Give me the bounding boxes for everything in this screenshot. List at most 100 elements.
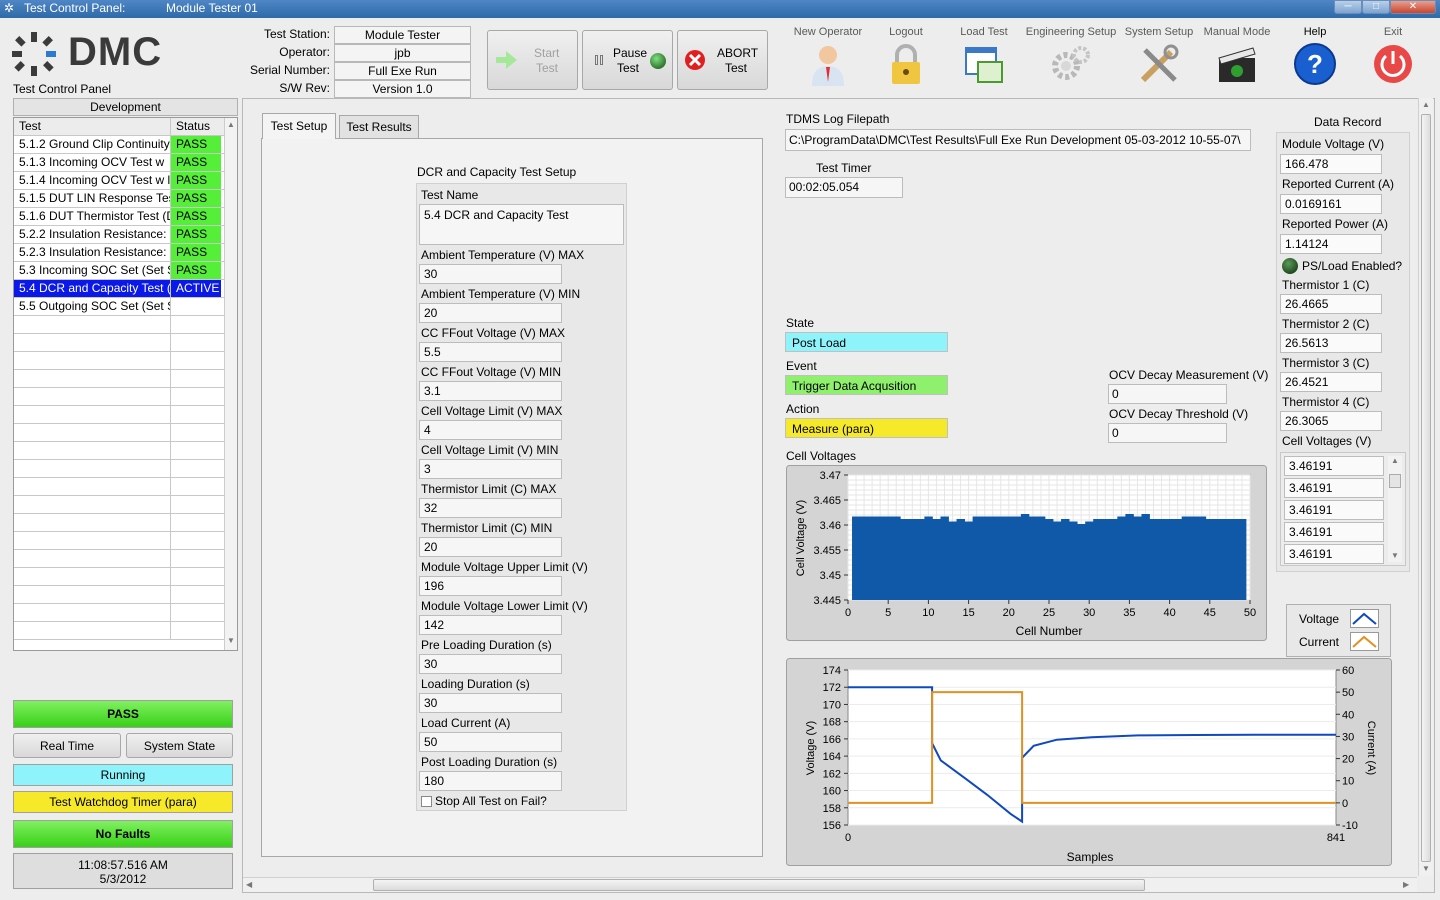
setup-field-input[interactable]: 50 <box>419 732 562 752</box>
y2-tick-label: 10 <box>1342 776 1354 788</box>
cell-voltage-bar <box>1181 516 1191 600</box>
cell-voltage-bar <box>1157 519 1166 600</box>
cell-scroll-up-icon[interactable]: ▲ <box>1391 456 1399 465</box>
thermistor-1-value: 26.4665 <box>1280 294 1382 314</box>
maximize-button[interactable]: □ <box>1362 0 1390 14</box>
stop-all-checkbox[interactable] <box>421 796 432 807</box>
scroll-down-icon[interactable]: ▼ <box>227 636 235 645</box>
load-test-button[interactable]: Load Test <box>945 26 1023 86</box>
test-list[interactable]: Test Status 5.1.2 Ground Clip Continuity… <box>13 117 238 651</box>
test-list-scrollbar[interactable]: ▲ ▼ <box>224 118 237 650</box>
y-tick-label: 3.45 <box>820 570 841 582</box>
test-status-cell: PASS <box>171 208 221 225</box>
pause-test-button[interactable]: Pause Test <box>582 30 673 90</box>
test-list-empty-row <box>14 370 224 388</box>
test-list-row[interactable]: 5.1.6 DUT Thermistor Test (D PASS <box>14 208 224 226</box>
system-state-button[interactable]: System State <box>126 733 233 758</box>
test-list-row[interactable]: 5.3 Incoming SOC Set (Set SO PASS <box>14 262 224 280</box>
setup-field-input[interactable]: 180 <box>419 771 562 791</box>
test-name-field[interactable]: 5.4 DCR and Capacity Test <box>419 204 624 245</box>
cell-voltage-bar <box>1229 519 1239 600</box>
real-time-button[interactable]: Real Time <box>13 733 121 758</box>
cell-voltage-bar <box>932 519 941 600</box>
cell-voltage-bar <box>924 516 933 600</box>
test-timer-label: Test Timer <box>816 161 872 175</box>
close-button[interactable]: ✕ <box>1390 0 1436 14</box>
hscroll-right-icon[interactable]: ▶ <box>1403 880 1409 889</box>
y2-tick-label: 50 <box>1342 687 1354 699</box>
cell-scroll-thumb[interactable] <box>1389 474 1401 488</box>
cell-voltage-bar <box>1117 516 1126 600</box>
setup-field-input[interactable]: 5.5 <box>419 342 562 362</box>
scroll-up-icon[interactable]: ▲ <box>227 120 235 129</box>
setup-field-input[interactable]: 3 <box>419 459 562 479</box>
test-list-row[interactable]: 5.1.3 Incoming OCV Test w PASS <box>14 154 224 172</box>
test-status-cell: PASS <box>171 226 221 243</box>
vscroll-up-icon[interactable]: ▲ <box>1422 100 1430 109</box>
test-list-row[interactable]: 5.1.2 Ground Clip Continuity PASS <box>14 136 224 154</box>
test-list-row[interactable]: 5.4 DCR and Capacity Test (l ACTIVE <box>14 280 224 298</box>
main-horizontal-scrollbar[interactable]: ◀ ▶ <box>243 877 1417 892</box>
cell-voltage-bar <box>996 516 1006 600</box>
test-list-empty-row <box>14 604 224 622</box>
test-list-row[interactable]: 5.1.5 DUT LIN Response Test PASS <box>14 190 224 208</box>
setup-field-input[interactable]: 20 <box>419 537 562 557</box>
test-timer-value: 00:02:05.054 <box>785 177 903 198</box>
cell-voltage-bar <box>1197 516 1207 600</box>
minimize-button[interactable]: ─ <box>1334 0 1362 14</box>
cell-voltage-item: 3.46191 <box>1284 456 1384 476</box>
test-list-row[interactable]: 5.1.4 Incoming OCV Test w l PASS <box>14 172 224 190</box>
stop-all-label: Stop All Test on Fail? <box>435 794 547 808</box>
cell-voltage-item: 3.46191 <box>1284 522 1384 542</box>
tab-test-setup[interactable]: Test Setup <box>262 113 336 139</box>
hscroll-thumb[interactable] <box>373 879 1145 891</box>
y-tick-label: 164 <box>823 751 841 763</box>
cell-scroll-down-icon[interactable]: ▼ <box>1391 551 1399 560</box>
vscroll-down-icon[interactable]: ▼ <box>1422 864 1430 873</box>
tab-test-results[interactable]: Test Results <box>339 115 419 139</box>
new-operator-button[interactable]: New Operator <box>789 26 867 86</box>
cell-list-scrollbar[interactable]: ▲ ▼ <box>1388 456 1402 562</box>
test-list-row[interactable]: 5.2.2 Insulation Resistance: C PASS <box>14 226 224 244</box>
system-setup-button[interactable]: System Setup <box>1120 26 1198 86</box>
setup-field-input[interactable]: 20 <box>419 303 562 323</box>
x-tick-label: 15 <box>962 607 974 619</box>
window-title-bar[interactable]: ✲ Test Control Panel: Module Tester 01 ─… <box>0 0 1440 18</box>
cell-voltage-bar <box>988 516 998 600</box>
result-indicator: PASS <box>13 700 233 728</box>
test-list-empty-row <box>14 568 224 586</box>
help-button[interactable]: Help ? <box>1276 26 1354 86</box>
setup-field-input[interactable]: 196 <box>419 576 562 596</box>
engineering-setup-button[interactable]: Engineering Setup <box>1023 26 1119 86</box>
setup-field-input[interactable]: 4 <box>419 420 562 440</box>
setup-field-input[interactable]: 30 <box>419 654 562 674</box>
x-tick-label: 841 <box>1327 832 1345 844</box>
setup-field-label: CC FFout Voltage (V) MAX <box>421 326 566 340</box>
cell-voltage-chart[interactable]: 0 5 10 15 20 25 30 35 40 45 50 3.445 3.45 3.455 3.46 3.… <box>786 465 1267 641</box>
y2-tick-label: 20 <box>1342 754 1354 766</box>
manual-mode-button[interactable]: Manual Mode <box>1198 26 1276 86</box>
vscroll-thumb[interactable] <box>1421 114 1431 862</box>
setup-field-input[interactable]: 30 <box>419 264 562 284</box>
test-list-row[interactable]: 5.2.3 Insulation Resistance: C PASS <box>14 244 224 262</box>
hscroll-left-icon[interactable]: ◀ <box>246 880 252 889</box>
voltage-current-chart[interactable]: 156 158 160 162 164 166 168 170 172 174 -10 0 10 20 30… <box>786 658 1392 866</box>
setup-field-input[interactable]: 30 <box>419 693 562 713</box>
setup-field-input[interactable]: 3.1 <box>419 381 562 401</box>
setup-field-input[interactable]: 142 <box>419 615 562 635</box>
abort-test-button[interactable]: ABORT Test <box>677 30 768 90</box>
test-status-cell <box>171 298 221 315</box>
test-list-row[interactable]: 5.5 Outgoing SOC Set (Set SO <box>14 298 224 316</box>
exit-button[interactable]: Exit <box>1354 26 1432 86</box>
test-name-cell: 5.5 Outgoing SOC Set (Set SO <box>14 298 171 315</box>
test-list-empty-row <box>14 442 224 460</box>
main-vertical-scrollbar[interactable]: ▲ ▼ <box>1418 98 1433 876</box>
logout-button[interactable]: Logout <box>867 26 945 86</box>
start-test-button[interactable]: Start Test <box>487 30 578 90</box>
setup-field-input[interactable]: 32 <box>419 498 562 518</box>
test-name-cell: 5.1.5 DUT LIN Response Test <box>14 190 171 207</box>
cell-voltage-bar <box>900 519 909 600</box>
setup-field-label: Thermistor Limit (C) MIN <box>421 521 553 535</box>
log-path-field[interactable]: C:\ProgramData\DMC\Test Results\Full Exe… <box>785 129 1251 151</box>
state-label: State <box>786 316 815 330</box>
